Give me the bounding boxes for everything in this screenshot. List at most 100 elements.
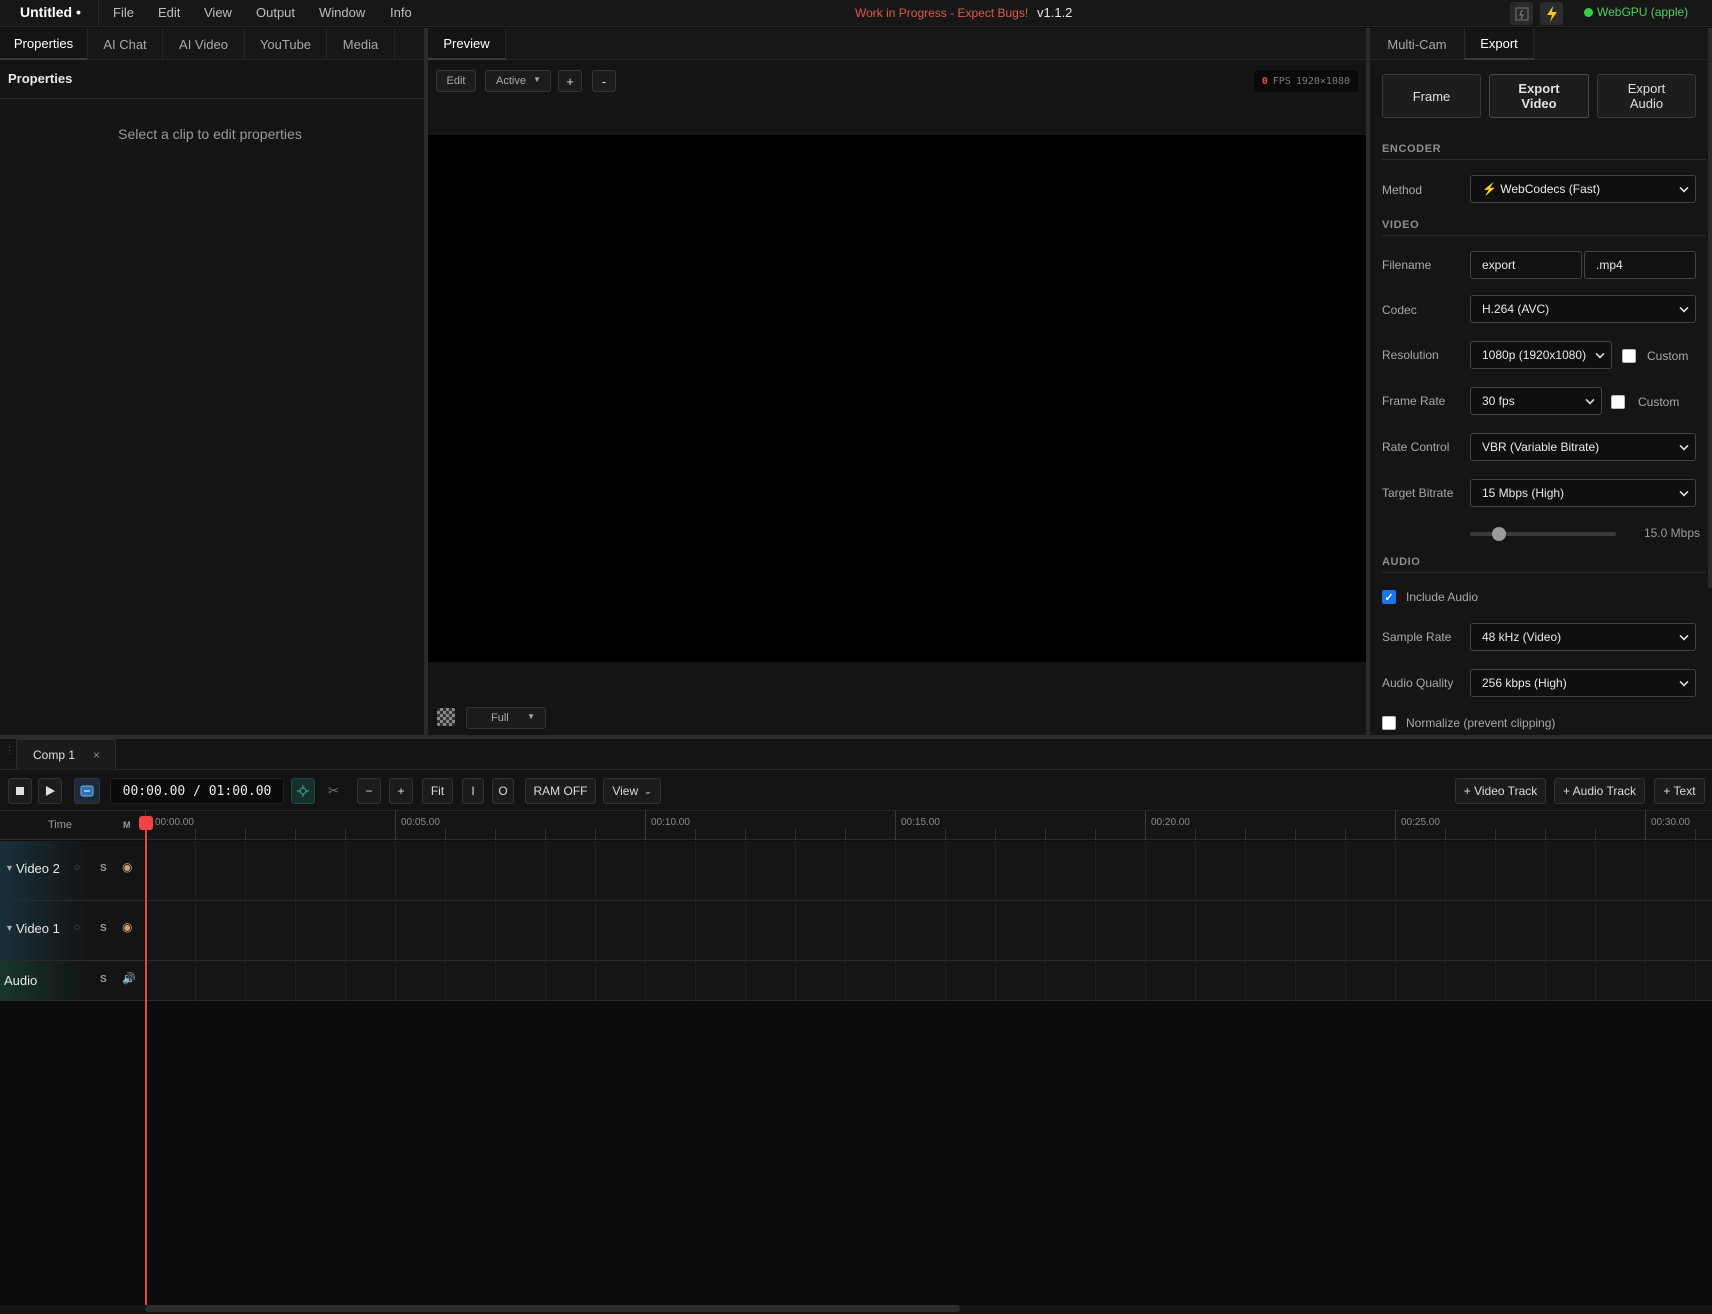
framerate-custom-checkbox[interactable]: [1611, 395, 1625, 409]
status-dot-icon: [1584, 8, 1593, 17]
lightning-icon[interactable]: [1540, 2, 1563, 25]
bitrate-select[interactable]: 15 Mbps (High): [1470, 479, 1696, 507]
ratecontrol-select[interactable]: VBR (Variable Bitrate): [1470, 433, 1696, 461]
tab-preview[interactable]: Preview: [428, 28, 506, 60]
menu-info[interactable]: Info: [390, 5, 412, 20]
track-header-video-1[interactable]: ▼ Video 1 ◌ S ◉: [0, 901, 145, 961]
filename-input[interactable]: export: [1470, 251, 1582, 279]
timeline-scrollbar[interactable]: [145, 1305, 960, 1312]
sync-icon[interactable]: [1510, 2, 1533, 25]
speaker-icon[interactable]: 🔊: [122, 972, 136, 985]
tab-export[interactable]: Export: [1464, 28, 1534, 60]
collapse-triangle-icon[interactable]: ▼: [5, 923, 14, 933]
stop-button[interactable]: [8, 778, 32, 804]
track-lane-audio[interactable]: [145, 961, 1712, 1001]
include-audio-label: Include Audio: [1406, 590, 1479, 604]
timeline-empty-area[interactable]: [0, 1001, 1712, 1305]
track-lane-video-2[interactable]: [145, 841, 1712, 901]
ruler-tick: [1145, 811, 1146, 840]
include-audio-checkbox[interactable]: ✓: [1382, 590, 1396, 604]
tab-ai-video[interactable]: AI Video: [163, 28, 245, 60]
remove-view-button[interactable]: -: [592, 70, 616, 92]
wip-notice: Work in Progress - Expect Bugs!: [855, 6, 1029, 20]
tab-ai-chat[interactable]: AI Chat: [88, 28, 163, 60]
collapse-triangle-icon[interactable]: ▼: [5, 863, 14, 873]
crosshair-icon: [297, 785, 309, 797]
solo-button[interactable]: S: [100, 863, 107, 874]
add-video-track-button[interactable]: + Video Track: [1455, 778, 1546, 804]
solo-button[interactable]: S: [100, 923, 107, 934]
tab-media[interactable]: Media: [327, 28, 395, 60]
export-video-line1: Export: [1518, 81, 1560, 96]
eye-icon[interactable]: ◉: [122, 860, 132, 874]
loop-button[interactable]: [74, 778, 100, 804]
in-point-button[interactable]: I: [462, 778, 484, 804]
panel-scrollbar[interactable]: [1708, 28, 1712, 588]
framerate-select[interactable]: 30 fps: [1470, 387, 1602, 415]
codec-select[interactable]: H.264 (AVC): [1470, 295, 1696, 323]
menu-file[interactable]: File: [113, 5, 134, 20]
menu-window[interactable]: Window: [319, 5, 365, 20]
samplerate-select[interactable]: 48 kHz (Video): [1470, 623, 1696, 651]
scissors-icon[interactable]: ✂: [328, 783, 339, 799]
edit-button[interactable]: Edit: [436, 70, 476, 92]
tab-comp-1[interactable]: Comp 1 ×: [16, 739, 116, 770]
preview-canvas[interactable]: [428, 135, 1366, 662]
time-ruler[interactable]: 00:00.00 00:05.00 00:10.00 00:15.00 00:2…: [145, 811, 1712, 840]
tab-multi-cam[interactable]: Multi-Cam: [1370, 28, 1464, 60]
drag-handle-icon[interactable]: ⋮: [5, 746, 14, 755]
method-select[interactable]: ⚡ WebCodecs (Fast): [1470, 175, 1696, 203]
ram-preview-button[interactable]: RAM OFF: [525, 778, 596, 804]
playhead[interactable]: [145, 816, 147, 1306]
close-icon[interactable]: ×: [93, 748, 100, 762]
mute-column-label: M: [123, 820, 131, 830]
menu-output[interactable]: Output: [256, 5, 295, 20]
ruler-label: 00:25.00: [1401, 817, 1440, 828]
quality-dropdown[interactable]: Full ▼: [466, 707, 546, 729]
chevron-down-icon: [1679, 441, 1689, 451]
export-frame-button[interactable]: Frame: [1382, 74, 1481, 118]
tab-youtube[interactable]: YouTube: [245, 28, 327, 60]
play-button[interactable]: [38, 778, 62, 804]
mode-dropdown[interactable]: Active ▼: [485, 70, 551, 92]
track-header-video-2[interactable]: ▼ Video 2 ◌ S ◉: [0, 841, 145, 901]
transparency-grid-icon[interactable]: [437, 708, 455, 726]
ruler-tick: [1195, 829, 1196, 840]
solo-button[interactable]: S: [100, 974, 107, 985]
resolution-select[interactable]: 1080p (1920x1080): [1470, 341, 1612, 369]
project-title[interactable]: Untitled •: [20, 4, 81, 20]
gpu-status: WebGPU (apple): [1597, 5, 1689, 19]
tab-properties[interactable]: Properties: [0, 28, 88, 60]
ruler-tick: [1245, 829, 1246, 840]
ruler-tick: [445, 829, 446, 840]
method-label: Method: [1382, 183, 1423, 197]
zoom-in-button[interactable]: +: [389, 778, 413, 804]
zoom-out-button[interactable]: −: [357, 778, 381, 804]
add-audio-track-button[interactable]: + Audio Track: [1554, 778, 1645, 804]
out-point-button[interactable]: O: [492, 778, 514, 804]
track-lane-video-1[interactable]: [145, 901, 1712, 961]
ruler-tick: [795, 829, 796, 840]
fit-button[interactable]: Fit: [422, 778, 453, 804]
audio-quality-value: 256 kbps (High): [1482, 676, 1567, 690]
normalize-checkbox[interactable]: [1382, 716, 1396, 730]
view-dropdown[interactable]: View ⌄: [603, 778, 661, 804]
track-header-audio[interactable]: Audio S 🔊: [0, 961, 145, 1001]
resolution-custom-label: Custom: [1647, 349, 1689, 363]
add-text-button[interactable]: + Text: [1654, 778, 1705, 804]
add-view-button[interactable]: +: [558, 70, 582, 92]
export-audio-button[interactable]: Export Audio: [1597, 74, 1696, 118]
eye-icon[interactable]: ◉: [122, 920, 132, 934]
export-video-button[interactable]: Export Video: [1489, 74, 1589, 118]
playhead-handle[interactable]: [139, 816, 153, 830]
audio-quality-select[interactable]: 256 kbps (High): [1470, 669, 1696, 697]
timecode-display[interactable]: 00:00.00 / 01:00.00: [110, 778, 284, 804]
menu-view[interactable]: View: [204, 5, 232, 20]
menu-edit[interactable]: Edit: [158, 5, 180, 20]
ruler-tick: [695, 829, 696, 840]
ratecontrol-label: Rate Control: [1382, 440, 1450, 454]
chevron-down-icon: [1595, 349, 1605, 359]
resolution-custom-checkbox[interactable]: [1622, 349, 1636, 363]
bitrate-slider-thumb[interactable]: [1491, 527, 1506, 541]
snap-button[interactable]: [291, 778, 315, 804]
